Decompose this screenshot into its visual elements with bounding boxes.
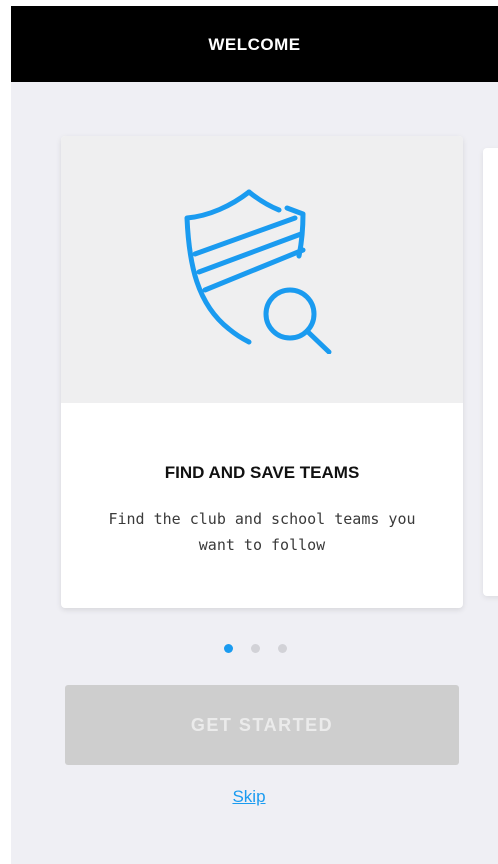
onboarding-slide-card[interactable]: FIND AND SAVE TEAMS Find the club and sc…	[61, 136, 463, 608]
pagination-dot-2[interactable]	[251, 644, 260, 653]
slide-title: FIND AND SAVE TEAMS	[164, 463, 360, 482]
skip-link[interactable]: Skip	[0, 787, 498, 807]
pagination-dots	[224, 644, 287, 653]
get-started-button[interactable]: GET STARTED	[65, 685, 459, 765]
pagination-dot-3[interactable]	[278, 644, 287, 653]
shield-search-icon	[184, 189, 332, 354]
slide-illustration	[61, 136, 463, 403]
top-bar: WELCOME	[11, 6, 498, 82]
slide-description: Find the club and school teams you want …	[108, 510, 416, 554]
welcome-screen: WELCOME FIND AND SAVE TEAMS Find the clu…	[11, 6, 498, 864]
page-title: WELCOME	[208, 35, 301, 54]
pagination-dot-1[interactable]	[224, 644, 233, 653]
next-slide-card-peek[interactable]	[483, 148, 498, 596]
